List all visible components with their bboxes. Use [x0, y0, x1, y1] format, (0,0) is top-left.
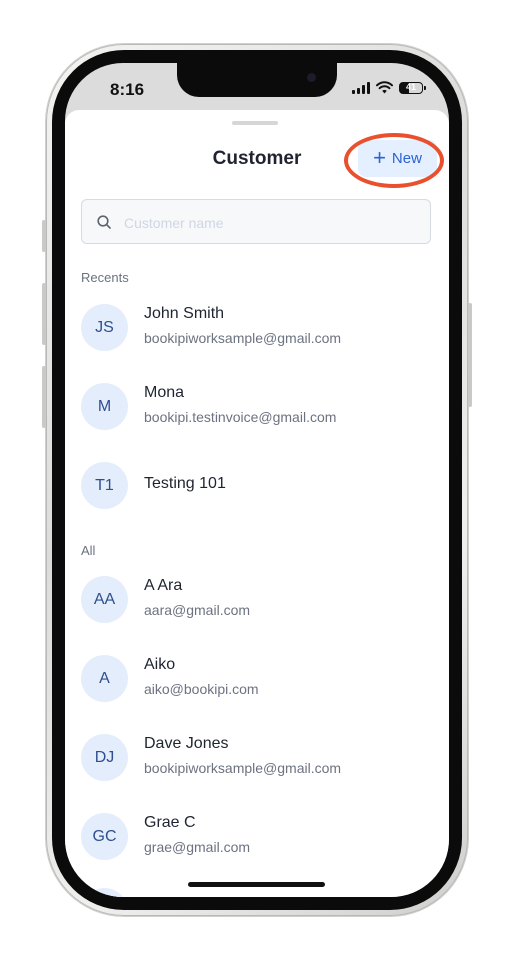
sheet-grabber[interactable]: [232, 121, 278, 125]
avatar: DJ: [81, 734, 128, 781]
list-item-john-smith[interactable]: JS John Smith bookipiworksample@gmail.co…: [81, 298, 433, 358]
highlight-annotation: [344, 133, 444, 188]
customer-sheet: Customer + New Recents JS John Smith boo…: [65, 110, 449, 897]
status-time: 8:16: [110, 80, 145, 99]
volume-down-button: [42, 366, 46, 428]
search-input[interactable]: [122, 200, 426, 245]
contact-name: Dave Jones: [144, 735, 229, 752]
contact-email: bookipiworksample@gmail.com: [144, 330, 342, 346]
contact-name: Mona: [144, 384, 185, 401]
notch: [177, 63, 337, 97]
list-item-mona[interactable]: M Mona bookipi.testinvoice@gmail.com: [81, 377, 433, 437]
contact-name: John Smith: [144, 305, 225, 322]
camera-icon: [307, 73, 316, 82]
list-item-grae-c[interactable]: GC Grae C grae@gmail.com: [81, 807, 433, 867]
list-item-testing-101[interactable]: T1 Testing 101: [81, 456, 433, 516]
contact-name: Testing 101: [144, 475, 226, 492]
power-button: [468, 303, 472, 407]
search-icon: [97, 215, 111, 229]
search-box[interactable]: [81, 199, 431, 245]
contact-email: aara@gmail.com: [144, 602, 251, 618]
signal-icon: [352, 81, 370, 94]
home-indicator: [188, 882, 325, 887]
avatar-partial: [81, 888, 128, 897]
contact-name: Aiko: [144, 656, 176, 673]
recents-label: Recents: [81, 270, 129, 285]
list-item-dave-jones[interactable]: DJ Dave Jones bookipiworksample@gmail.co…: [81, 728, 433, 788]
avatar: M: [81, 383, 128, 430]
contact-name: A Ara: [144, 577, 183, 594]
volume-up-button: [42, 283, 46, 345]
contact-email: bookipiworksample@gmail.com: [144, 760, 342, 776]
contact-name: Grae C: [144, 814, 196, 831]
battery-icon: 41: [399, 81, 426, 94]
all-label: All: [81, 543, 96, 558]
contact-email: bookipi.testinvoice@gmail.com: [144, 409, 337, 425]
list-item-a-ara[interactable]: AA A Ara aara@gmail.com: [81, 570, 433, 630]
avatar: JS: [81, 304, 128, 351]
contact-email: aiko@bookipi.com: [144, 681, 259, 697]
status-bar: 8:16 41: [65, 63, 449, 111]
contact-email: grae@gmail.com: [144, 839, 251, 855]
avatar: T1: [81, 462, 128, 509]
screen: 8:16 41 Customer + New Customer name Rec…: [65, 63, 449, 897]
wifi-icon: [376, 81, 393, 94]
avatar: A: [81, 655, 128, 702]
avatar: AA: [81, 576, 128, 623]
status-icons: 41: [352, 81, 426, 94]
avatar: GC: [81, 813, 128, 860]
list-item-aiko[interactable]: A Aiko aiko@bookipi.com: [81, 649, 433, 709]
mute-switch: [42, 220, 46, 252]
